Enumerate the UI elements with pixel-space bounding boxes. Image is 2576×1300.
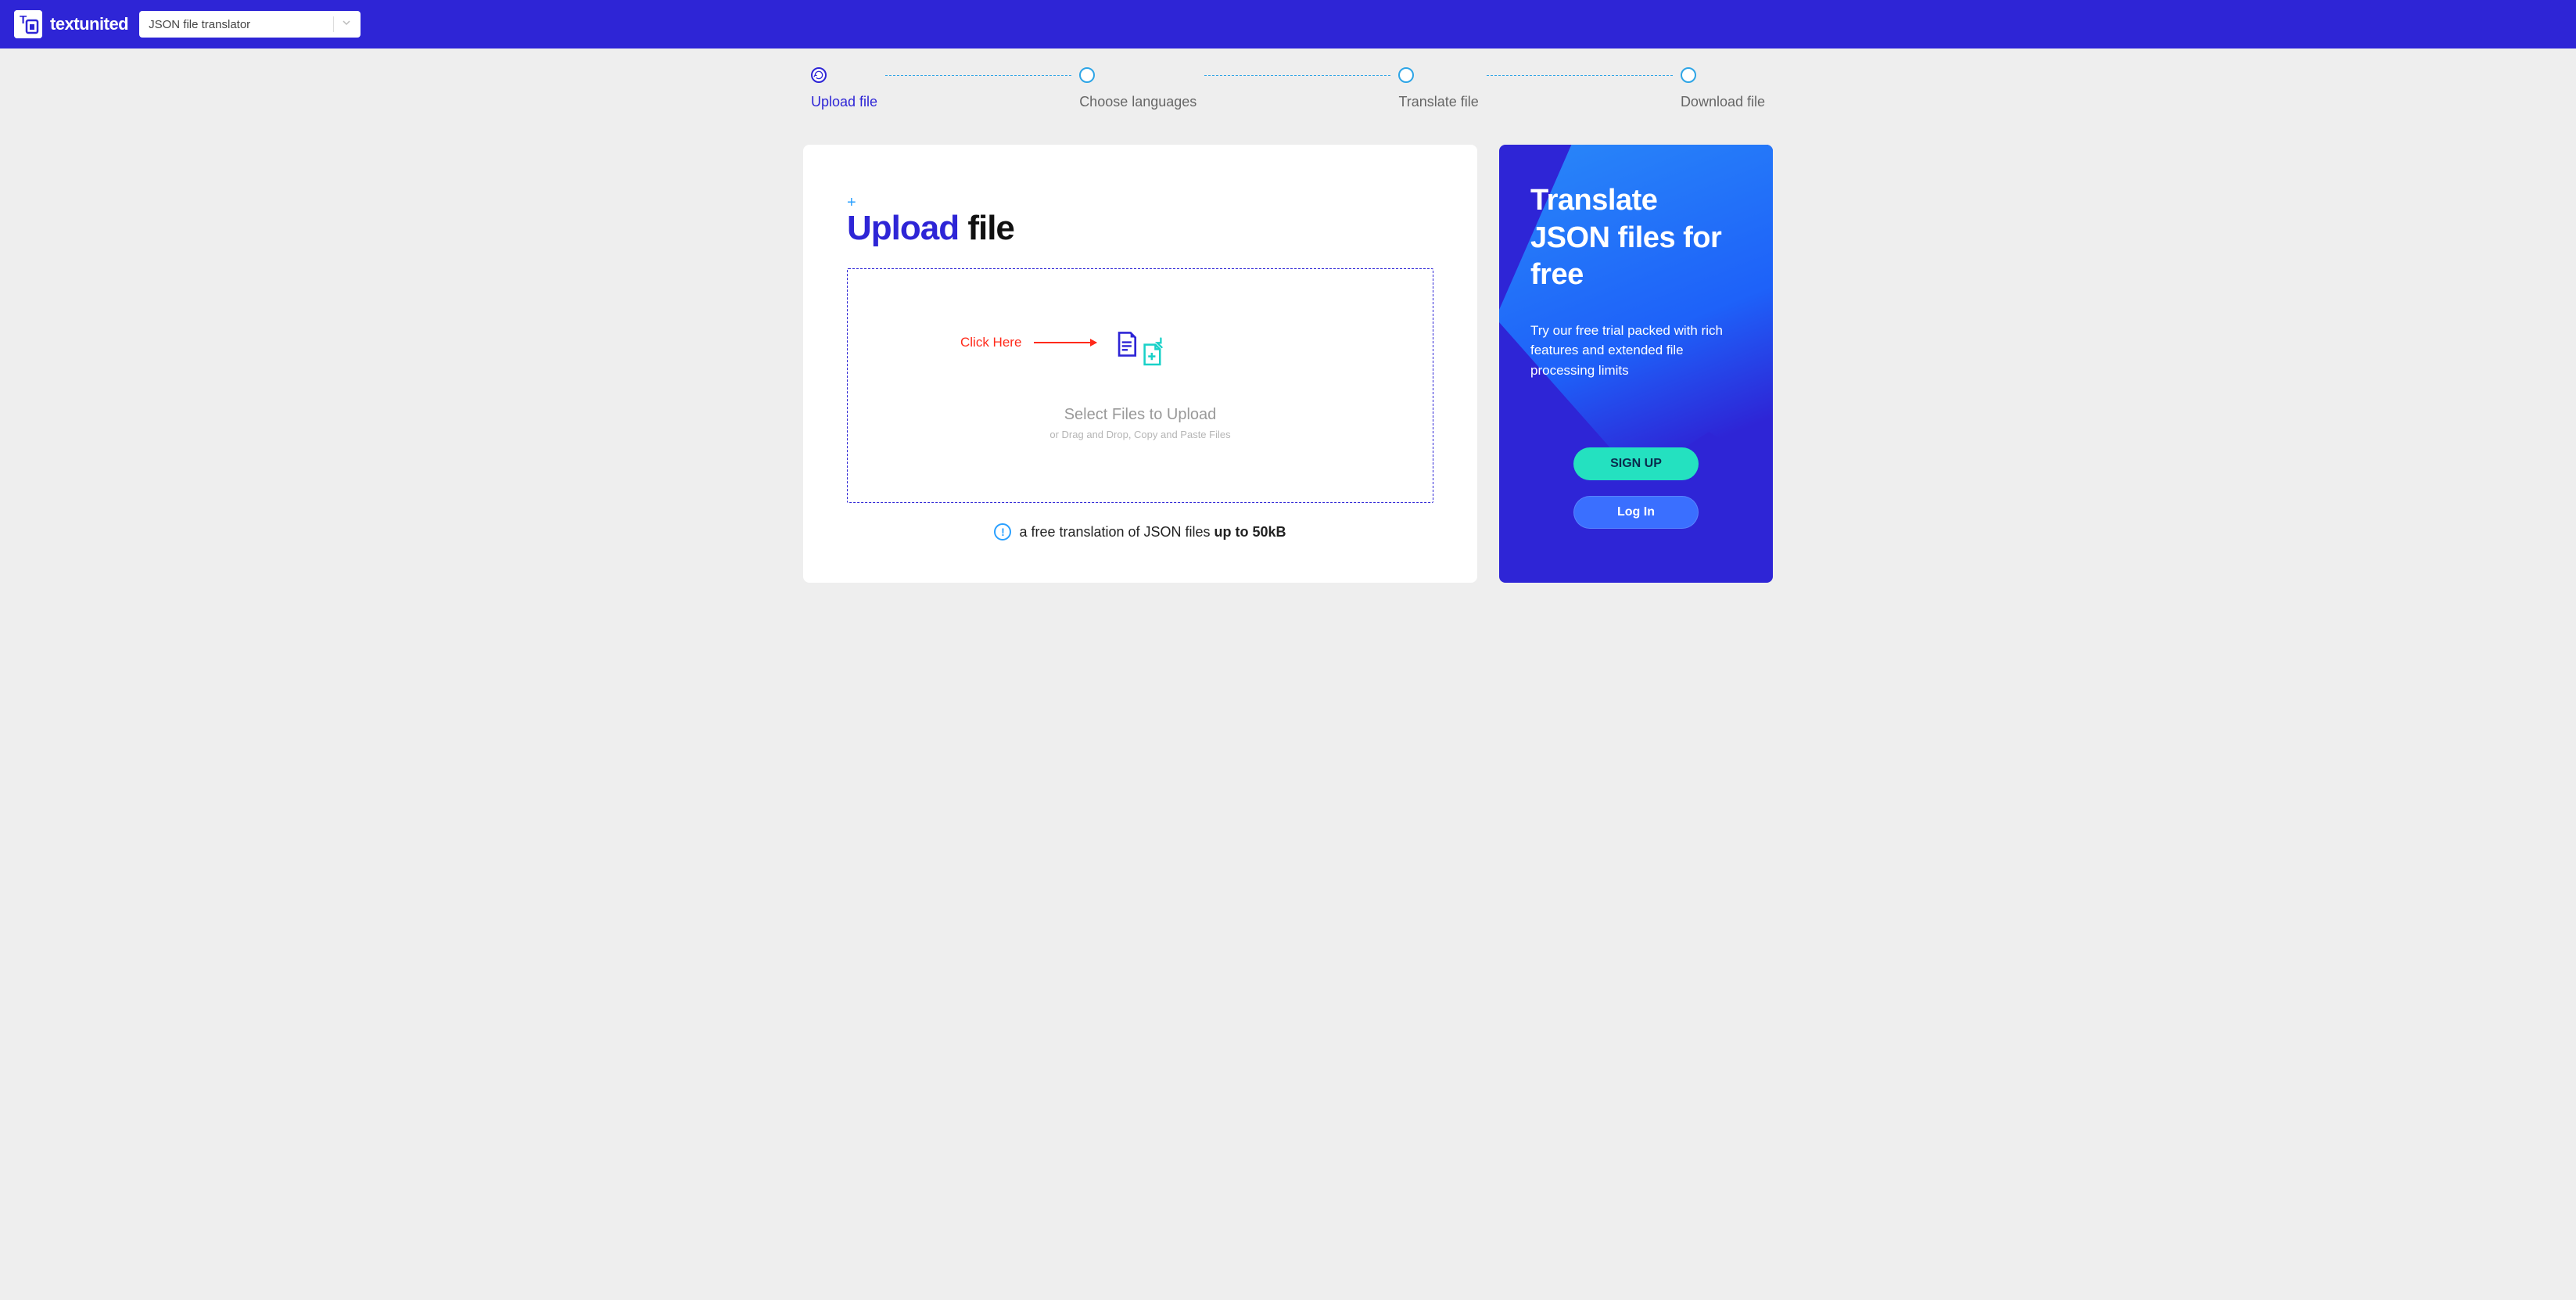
arrow-right-icon xyxy=(1034,342,1096,343)
login-button[interactable]: Log In xyxy=(1573,496,1699,529)
step-translate-file[interactable]: Translate file xyxy=(1398,67,1478,110)
step-label: Choose languages xyxy=(1079,94,1197,110)
signup-button[interactable]: SIGN UP xyxy=(1573,447,1699,480)
app-header: T textunited JSON file translator xyxy=(0,0,2576,48)
step-circle-icon xyxy=(1079,67,1095,83)
step-choose-languages[interactable]: Choose languages xyxy=(1079,67,1197,110)
dropzone-main-text: Select Files to Upload xyxy=(1064,406,1217,424)
promo-body: Try our free trial packed with rich feat… xyxy=(1530,321,1726,381)
upload-footnote: ! a free translation of JSON files up to… xyxy=(847,523,1433,540)
brand-logo[interactable]: T textunited xyxy=(14,10,128,38)
page-title: Upload file xyxy=(847,209,1433,248)
logo-mark-icon: T xyxy=(14,10,42,38)
chevron-down-icon xyxy=(342,17,351,31)
promo-panel: Translate JSON files for free Try our fr… xyxy=(1499,145,1773,583)
step-label: Translate file xyxy=(1398,94,1478,110)
click-here-annotation: Click Here xyxy=(960,335,1096,350)
dropzone-sub-text: or Drag and Drop, Copy and Paste Files xyxy=(1049,429,1230,440)
title-rest: file xyxy=(959,209,1014,247)
footnote-text: a free translation of JSON files up to 5… xyxy=(1019,524,1286,540)
step-label: Download file xyxy=(1681,94,1765,110)
dropdown-selected-label: JSON file translator xyxy=(149,18,333,31)
promo-title: Translate JSON files for free xyxy=(1530,182,1742,294)
plus-decoration-icon: + xyxy=(847,195,1433,210)
step-circle-icon xyxy=(1398,67,1414,83)
refresh-icon xyxy=(811,67,827,83)
step-connector xyxy=(885,75,1071,76)
step-label: Upload file xyxy=(811,94,877,110)
upload-card: + Upload file Click Here xyxy=(803,145,1477,583)
step-download-file[interactable]: Download file xyxy=(1681,67,1765,110)
dropdown-separator xyxy=(333,16,334,32)
progress-stepper: Upload file Choose languages Translate f… xyxy=(803,67,1773,110)
info-icon: ! xyxy=(994,523,1011,540)
brand-name: textunited xyxy=(50,14,128,34)
step-connector xyxy=(1487,75,1673,76)
step-upload-file[interactable]: Upload file xyxy=(811,67,877,110)
annotation-text: Click Here xyxy=(960,335,1021,350)
step-circle-icon xyxy=(1681,67,1696,83)
upload-files-icon xyxy=(1116,331,1164,368)
file-dropzone[interactable]: Click Here xyxy=(847,268,1433,503)
file-type-dropdown[interactable]: JSON file translator xyxy=(139,11,361,38)
step-connector xyxy=(1204,75,1390,76)
title-highlight: Upload xyxy=(847,209,959,247)
